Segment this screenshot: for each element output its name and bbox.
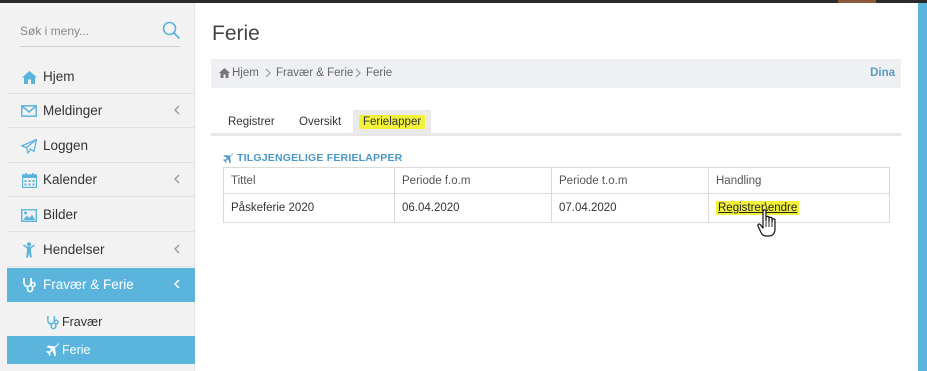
tab-bar: Registrer Oversikt Ferielapper (211, 110, 901, 136)
breadcrumb-item-ferie: Ferie (366, 67, 393, 79)
sidebar-subitem-label: Ferie (62, 343, 91, 357)
sidebar-item-label: Meldinger (43, 103, 103, 118)
chevron-left-icon (173, 279, 180, 289)
column-header-tittel: Tittel (223, 167, 395, 194)
cell-title: Påskeferie 2020 (223, 193, 395, 223)
cell-to: 07.04.2020 (551, 193, 709, 223)
home-icon (21, 69, 37, 85)
sidebar-subitem-label: Fravær (62, 315, 103, 329)
sidebar-subitem-ferie[interactable]: Ferie (7, 336, 195, 364)
sidebar-item-label: Hjem (43, 69, 75, 84)
search-input[interactable] (20, 19, 150, 43)
sidebar-item-kalender[interactable]: Kalender (7, 163, 195, 197)
chevron-left-icon (174, 244, 180, 254)
column-header-handling: Handling (708, 167, 890, 194)
paper-plane-icon (21, 138, 37, 154)
tab-oversikt[interactable]: Oversikt (293, 110, 347, 134)
table-row: Påskeferie 2020 06.04.2020 07.04.2020 Re… (223, 193, 890, 223)
tab-ferielapper[interactable]: Ferielapper (353, 110, 432, 134)
sidebar-item-label: Loggen (43, 138, 89, 153)
column-header-periode-tom: Periode t.o.m (551, 167, 709, 194)
sidebar-item-meldinger[interactable]: Meldinger (7, 94, 195, 128)
sidebar-item-label: Fravær & Ferie (43, 277, 134, 292)
breadcrumb-item-fravaer-ferie[interactable]: Fravær & Ferie (276, 59, 353, 88)
stethoscope-icon (45, 314, 61, 330)
plane-icon (223, 152, 234, 164)
breadcrumb-home[interactable]: Hjem (232, 59, 259, 88)
sidebar-item-bilder[interactable]: Bilder (7, 198, 195, 232)
page-title: Ferie (212, 22, 260, 45)
sidebar-subitem-fravaer[interactable]: Fravær (7, 308, 195, 336)
section-heading-text: TILGJENGELIGE FERIELAPPER (237, 152, 403, 164)
chevron-left-icon (174, 105, 180, 115)
home-icon (219, 68, 230, 78)
top-bar-thumbnail (838, 0, 876, 3)
calendar-icon (21, 172, 37, 188)
table-header-row: Tittel Periode f.o.m Periode t.o.m Handl… (223, 167, 890, 194)
user-name[interactable]: Dina (870, 59, 895, 88)
breadcrumb: Hjem Fravær & Ferie Ferie Dina (211, 59, 901, 88)
sidebar-search (20, 17, 180, 47)
child-icon (21, 242, 37, 258)
sidebar-item-hendelser[interactable]: Hendelser (7, 233, 195, 267)
sidebar-item-hjem[interactable]: Hjem (7, 60, 195, 94)
tab-label: Ferielapper (359, 115, 426, 129)
plane-icon (45, 342, 61, 358)
sidebar-item-fravaer-ferie[interactable]: Fravær & Ferie (7, 268, 195, 302)
envelope-icon (21, 103, 37, 119)
cell-action: Registrer\endre (708, 193, 890, 223)
right-edge-bar (918, 3, 927, 371)
cell-from: 06.04.2020 (394, 193, 552, 223)
sidebar-item-label: Hendelser (43, 242, 105, 257)
tab-registrer[interactable]: Registrer (222, 110, 281, 134)
chevron-left-icon (174, 174, 180, 184)
stethoscope-icon (21, 277, 37, 293)
search-icon[interactable] (162, 21, 180, 39)
hand-pointer-icon (757, 209, 776, 237)
sidebar: Hjem Meldinger Loggen Kalender Bilder He… (0, 3, 195, 371)
breadcrumb-separator-icon (265, 68, 271, 78)
sidebar-item-loggen[interactable]: Loggen (7, 129, 195, 163)
sidebar-item-label: Kalender (43, 172, 98, 187)
column-header-periode-fom: Periode f.o.m (394, 167, 552, 194)
sidebar-item-label: Bilder (43, 207, 78, 222)
image-icon (21, 207, 37, 223)
breadcrumb-separator-icon (355, 68, 361, 78)
ferielapper-table: Tittel Periode f.o.m Periode t.o.m Handl… (223, 167, 890, 223)
section-heading: TILGJENGELIGE FERIELAPPER (223, 152, 402, 164)
